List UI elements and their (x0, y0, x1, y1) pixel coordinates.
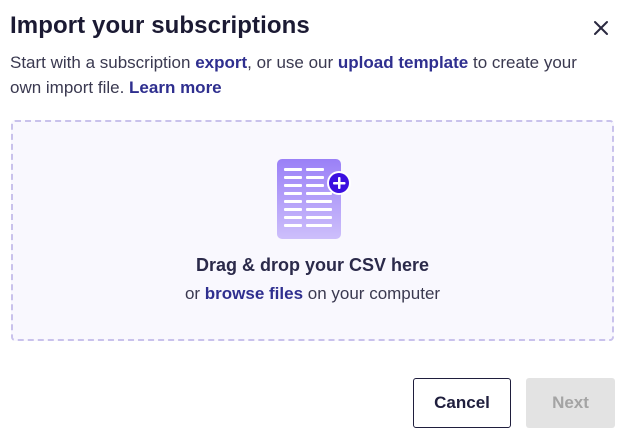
csv-dropzone[interactable]: Drag & drop your CSV here or browse file… (11, 120, 614, 341)
description-text-2: , or use our (247, 53, 338, 72)
next-button[interactable]: Next (526, 378, 615, 428)
browse-files-link[interactable]: browse files (205, 284, 303, 303)
dialog-title: Import your subscriptions (10, 12, 310, 39)
dropzone-title: Drag & drop your CSV here (195, 255, 430, 275)
dialog-description: Start with a subscription export, or use… (10, 50, 610, 100)
dropzone-subtitle: or browse files on your computer (13, 284, 612, 304)
csv-file-add-icon (277, 159, 351, 239)
learn-more-link[interactable]: Learn more (129, 78, 222, 97)
upload-template-link[interactable]: upload template (338, 53, 468, 72)
cancel-button[interactable]: Cancel (413, 378, 511, 428)
dropzone-sub-prefix: or (184, 284, 205, 303)
dropzone-sub-suffix: on your computer (303, 284, 441, 303)
export-link[interactable]: export (195, 53, 247, 72)
import-dialog: Import your subscriptions Start with a s… (0, 0, 625, 440)
close-button[interactable] (590, 17, 612, 39)
description-text-1: Start with a subscription (10, 53, 196, 72)
close-icon (594, 21, 608, 35)
